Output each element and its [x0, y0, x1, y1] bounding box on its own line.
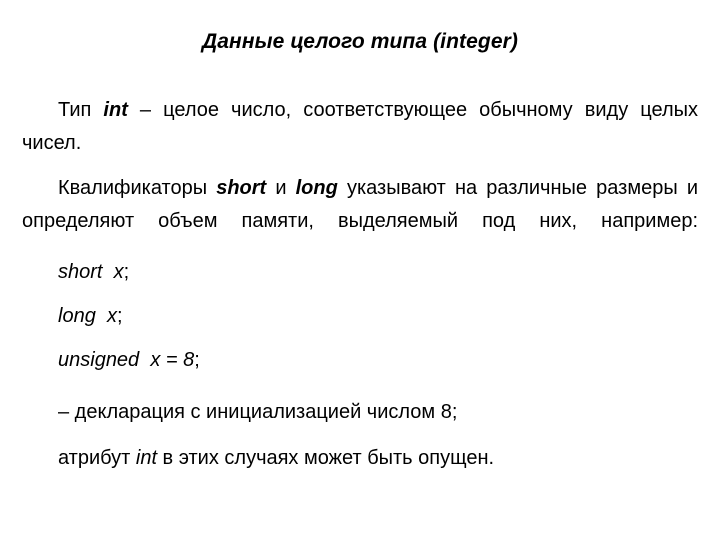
keyword-int-inline: int [135, 447, 157, 469]
code-line-short: short x; [58, 258, 698, 286]
code-spacer [96, 305, 107, 327]
note-attribute-segment-1: атрибут [58, 447, 136, 469]
code-expression-long: x [106, 305, 117, 327]
code-line-long: long x; [58, 302, 698, 330]
note-attribute-segment-2: в этих случаях может быть опущен. [157, 447, 495, 469]
paragraph-qualifiers-segment-1: Квалификаторы [58, 177, 217, 199]
code-spacer [102, 261, 113, 283]
page-title: Данные целого типа (integer) [22, 28, 698, 55]
code-line-unsigned: unsigned x = 8; [58, 346, 698, 374]
code-keyword-long: long [58, 305, 96, 327]
page-title-latin-term: integer [440, 30, 511, 53]
keyword-int: int [103, 99, 128, 121]
paragraph-int-segment-1: Тип [58, 99, 104, 121]
slide-content: Данные целого типа (integer) Тип int – ц… [22, 0, 698, 540]
code-spacer [139, 349, 150, 371]
slide-canvas: Данные целого типа (integer) Тип int – ц… [0, 0, 720, 540]
page-title-text-before: Данные целого типа ( [202, 30, 441, 53]
code-keyword-unsigned: unsigned [58, 349, 140, 371]
paragraph-qualifiers-segment-2: и [266, 177, 296, 199]
note-declaration: – декларация с инициализацией числом 8; [58, 401, 458, 423]
paragraph-qualifiers: Квалификаторы short и long указывают на … [22, 172, 698, 271]
keyword-short: short [216, 177, 267, 199]
code-keyword-short: short [58, 261, 103, 283]
code-expression-unsigned: x = 8 [150, 349, 195, 371]
code-terminator-unsigned: ; [194, 349, 200, 371]
code-terminator-long: ; [116, 305, 123, 327]
page-title-text-after: ) [510, 30, 518, 53]
code-expression-short: x [113, 261, 124, 283]
keyword-long: long [295, 177, 338, 199]
note-attribute: атрибут int в этих случаях может быть оп… [58, 444, 698, 472]
code-terminator-short: ; [123, 261, 130, 283]
